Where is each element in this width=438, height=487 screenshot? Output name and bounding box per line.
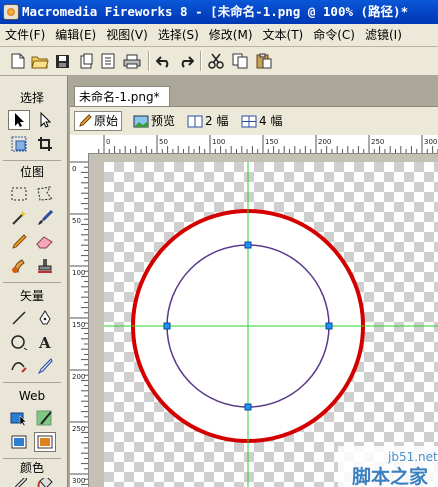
view-4up-button[interactable]: 4 幅	[238, 111, 285, 131]
ruler-label: 50	[72, 217, 81, 225]
menu-file[interactable]: 文件(F)	[0, 24, 50, 46]
ruler-label: 0	[72, 165, 76, 173]
line-tool[interactable]	[8, 308, 30, 328]
tools-section-select: 选择	[19, 91, 44, 105]
paint-bucket-tool[interactable]	[34, 478, 56, 487]
knife-tool[interactable]	[34, 356, 56, 376]
export-icon[interactable]	[98, 51, 118, 71]
redo-icon[interactable]	[176, 51, 196, 71]
view-preview-label: 预览	[151, 114, 176, 128]
tools-divider	[3, 160, 61, 161]
tools-section-vector: 矢量	[19, 289, 44, 303]
pencil-tool[interactable]	[8, 232, 30, 252]
view-2up-label: 2 幅	[205, 114, 229, 128]
menu-bar: 文件(F) 编辑(E) 视图(V) 选择(S) 修改(M) 文本(T) 命令(C) 滤镜(I)	[0, 24, 438, 47]
view-2up-button[interactable]: 2 幅	[184, 111, 231, 131]
ruler-label: 0	[106, 138, 110, 146]
document-tab[interactable]: 未命名-1.png*	[74, 86, 170, 106]
menu-text[interactable]: 文本(T)	[258, 24, 309, 46]
ruler-label: 300	[72, 477, 85, 485]
ruler-label: 150	[265, 138, 278, 146]
ruler-label: 250	[72, 425, 85, 433]
tools-divider	[3, 382, 61, 383]
ruler-label: 200	[318, 138, 331, 146]
ellipse-tool[interactable]	[8, 332, 30, 352]
crop-tool[interactable]	[34, 134, 56, 154]
brush-tool[interactable]	[34, 208, 56, 228]
ruler-label: 50	[159, 138, 168, 146]
watermark-url: jb51.net	[387, 450, 438, 464]
import-icon[interactable]	[76, 51, 96, 71]
fireworks-app-icon	[3, 4, 19, 20]
view-mode-bar: 原始 预览 2 幅 4 幅	[70, 106, 438, 136]
view-4up-label: 4 幅	[259, 114, 283, 128]
menu-modify[interactable]: 修改(M)	[204, 24, 258, 46]
view-original-label: 原始	[94, 114, 119, 128]
text-tool[interactable]: A	[34, 332, 56, 352]
anchor-point-bottom[interactable]	[244, 403, 252, 411]
svg-text:A: A	[38, 334, 51, 350]
eraser-tool[interactable]	[34, 232, 56, 252]
ruler-label: 250	[371, 138, 384, 146]
menu-filters[interactable]: 滤镜(I)	[360, 24, 407, 46]
menu-edit[interactable]: 编辑(E)	[50, 24, 101, 46]
hotspot-tool[interactable]	[8, 408, 30, 428]
ruler-label: 100	[212, 138, 225, 146]
vertical-ruler[interactable]: 0 50 100 150 200 250 300	[70, 153, 89, 487]
ruler-label: 300	[424, 138, 437, 146]
tools-section-bitmap: 位图	[19, 165, 44, 179]
watermark-name: 脚本之家	[352, 465, 429, 487]
open-folder-icon[interactable]	[30, 51, 50, 71]
copy-icon[interactable]	[230, 51, 250, 71]
cut-icon[interactable]	[206, 51, 226, 71]
scale-tool[interactable]	[8, 134, 30, 154]
anchor-point-right[interactable]	[325, 322, 333, 330]
paste-icon[interactable]	[254, 51, 274, 71]
menu-select[interactable]: 选择(S)	[153, 24, 204, 46]
ruler-label: 100	[72, 269, 85, 277]
toolbar-separator	[200, 51, 202, 71]
horizontal-ruler[interactable]: 0 50 100 150 200 250 300	[70, 135, 438, 154]
undo-icon[interactable]	[154, 51, 174, 71]
title-bar: Macromedia Fireworks 8 - [未命名-1.png @ 10…	[0, 0, 438, 24]
toolbar-separator	[148, 51, 150, 71]
save-icon[interactable]	[52, 51, 72, 71]
tools-panel: 选择 位图 矢量 A Web 颜色	[0, 76, 68, 487]
lasso-tool[interactable]	[34, 184, 56, 204]
tools-divider	[3, 282, 61, 283]
marquee-tool[interactable]	[8, 184, 30, 204]
menu-commands[interactable]: 命令(C)	[308, 24, 360, 46]
picture-icon	[133, 115, 149, 127]
rubber-stamp-tool[interactable]	[34, 256, 56, 276]
show-slices-icon[interactable]	[34, 432, 56, 452]
new-document-icon[interactable]	[8, 51, 28, 71]
tools-section-colors: 颜色	[19, 461, 44, 475]
magic-wand-tool[interactable]	[8, 208, 30, 228]
view-preview-button[interactable]: 预览	[130, 111, 178, 131]
eyedropper-tool[interactable]	[8, 478, 30, 487]
blur-tool[interactable]	[8, 256, 30, 276]
document-canvas[interactable]	[104, 162, 438, 487]
freeform-tool[interactable]	[8, 356, 30, 376]
ruler-label: 200	[72, 373, 85, 381]
watermark: jb51.net 脚本之家	[338, 446, 438, 487]
subselection-tool[interactable]	[34, 110, 56, 130]
main-toolbar	[0, 47, 438, 76]
anchor-point-left[interactable]	[163, 322, 171, 330]
two-up-icon	[187, 115, 203, 127]
pencil-icon	[79, 114, 92, 127]
slice-tool[interactable]	[34, 408, 56, 428]
anchor-point-top[interactable]	[244, 241, 252, 249]
ruler-label: 150	[72, 321, 85, 329]
print-icon[interactable]	[122, 51, 142, 71]
window-title: Macromedia Fireworks 8 - [未命名-1.png @ 10…	[22, 4, 409, 19]
menu-view[interactable]: 视图(V)	[101, 24, 153, 46]
view-original-button[interactable]: 原始	[74, 111, 123, 131]
hide-slices-icon[interactable]	[8, 432, 30, 452]
pointer-tool[interactable]	[8, 110, 30, 130]
tools-section-web: Web	[18, 389, 46, 403]
pen-tool[interactable]	[34, 308, 56, 328]
tools-divider	[3, 458, 61, 459]
four-up-icon	[241, 115, 257, 127]
